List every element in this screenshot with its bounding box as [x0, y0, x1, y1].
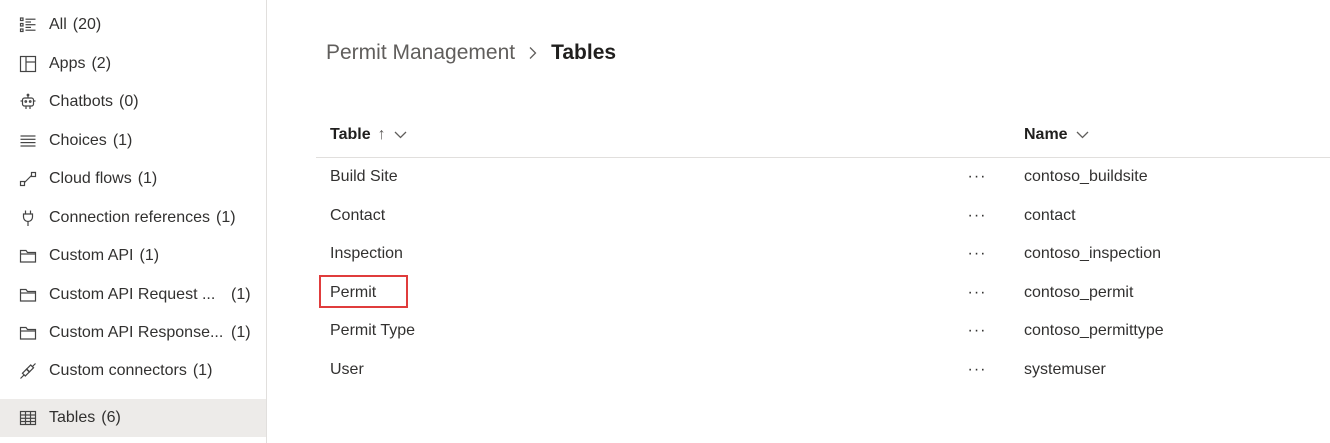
sidebar-item-tables[interactable]: Tables (6): [0, 399, 266, 437]
sidebar-item-custom-api-response[interactable]: Custom API Response... (1): [0, 314, 266, 352]
table-cell-name: contoso_permittype: [1024, 322, 1164, 340]
table-row[interactable]: Permit Type ··· contoso_permittype: [316, 312, 1330, 351]
table-icon: [19, 409, 37, 427]
table-row[interactable]: Contact ··· contact: [316, 197, 1330, 236]
sidebar-item-custom-connectors[interactable]: Custom connectors (1): [0, 352, 266, 390]
column-header-label: Name: [1024, 125, 1068, 143]
more-options-icon[interactable]: ···: [967, 235, 987, 274]
column-header-table[interactable]: Table ↑: [330, 112, 407, 157]
table-cell-table[interactable]: Permit Type: [330, 312, 415, 351]
table-cell-name: contoso_inspection: [1024, 245, 1161, 263]
sidebar-item-count: (1): [137, 170, 158, 187]
sidebar-item-label: Choices: [49, 131, 107, 149]
sort-ascending-icon: ↑: [377, 125, 386, 143]
sidebar-item-count: (1): [112, 131, 133, 149]
connector-icon: [19, 362, 37, 380]
chevron-right-icon: [528, 46, 538, 60]
folder-icon: [19, 286, 37, 304]
list-icon: [19, 16, 37, 34]
sidebar-item-count: (20): [72, 16, 102, 33]
choices-icon: [19, 132, 37, 150]
more-options-icon[interactable]: ···: [967, 197, 987, 236]
table-cell-table[interactable]: User: [330, 351, 364, 390]
breadcrumb: Permit Management Tables: [326, 38, 616, 68]
table-cell-table[interactable]: Build Site: [330, 158, 398, 197]
sidebar-item-count: (1): [231, 285, 251, 303]
sidebar-item-connection-references[interactable]: Connection references (1): [0, 199, 266, 237]
plug-icon: [19, 209, 37, 227]
table-row[interactable]: Build Site ··· contoso_buildsite: [316, 158, 1330, 197]
chevron-down-icon: [1076, 131, 1089, 139]
table-cell-name: systemuser: [1024, 360, 1106, 378]
sidebar-item-count: (2): [91, 54, 112, 72]
sidebar-item-apps[interactable]: Apps (2): [0, 45, 266, 83]
sidebar-item-label: Custom API: [49, 247, 134, 264]
sidebar-item-label: Custom API Request ...: [49, 285, 216, 303]
sidebar-item-label: Tables: [49, 409, 96, 426]
sidebar-item-label: Custom API Response...: [49, 324, 224, 341]
table-cell-name: contoso_permit: [1024, 283, 1134, 301]
column-header-label: Table: [330, 125, 371, 143]
more-options-icon[interactable]: ···: [967, 274, 987, 313]
column-header-name[interactable]: Name: [1024, 112, 1089, 157]
sidebar-item-label: Chatbots: [49, 93, 114, 110]
more-options-icon[interactable]: ···: [967, 158, 987, 197]
sidebar-item-chatbots[interactable]: Chatbots (0): [0, 83, 266, 121]
sidebar-item-all[interactable]: All (20): [0, 6, 266, 44]
sidebar-item-choices[interactable]: Choices (1): [0, 122, 266, 160]
sidebar-item-label: All: [49, 16, 67, 33]
table-cell-table[interactable]: Permit: [330, 274, 376, 313]
sidebar-item-count: (6): [101, 409, 121, 426]
table-row[interactable]: Permit ··· contoso_permit: [316, 274, 1330, 313]
sidebar-item-count: (1): [215, 208, 236, 226]
folder-icon: [19, 247, 37, 265]
sidebar-item-label: Cloud flows: [49, 170, 132, 187]
table-header: Table ↑ Name: [316, 112, 1330, 158]
flow-icon: [19, 170, 37, 188]
sidebar-item-cloud-flows[interactable]: Cloud flows (1): [0, 160, 266, 198]
more-options-icon[interactable]: ···: [967, 351, 987, 390]
sidebar-item-label: Apps: [49, 54, 86, 72]
folder-icon: [19, 324, 37, 342]
table-cell-name: contact: [1024, 206, 1076, 224]
chevron-down-icon: [394, 131, 407, 139]
sidebar: All (20) Apps (2) Chatbots (0) Choices (…: [0, 0, 267, 443]
apps-icon: [19, 55, 37, 73]
sidebar-item-count: (1): [192, 362, 213, 379]
sidebar-item-count: (0): [119, 93, 139, 110]
tables-grid: Table ↑ Name Build Site ··· contoso_buil…: [316, 112, 1330, 389]
page-title: Tables: [551, 41, 617, 64]
sidebar-item-label: Custom connectors: [49, 362, 187, 379]
sidebar-item-count: (1): [231, 324, 251, 341]
breadcrumb-parent[interactable]: Permit Management: [326, 41, 515, 65]
sidebar-item-label: Connection references: [49, 208, 210, 226]
more-options-icon[interactable]: ···: [967, 312, 987, 351]
table-cell-table[interactable]: Inspection: [330, 235, 403, 274]
chatbot-icon: [19, 93, 37, 111]
sidebar-item-custom-api[interactable]: Custom API (1): [0, 237, 266, 275]
table-cell-table[interactable]: Contact: [330, 197, 385, 236]
table-row[interactable]: Inspection ··· contoso_inspection: [316, 235, 1330, 274]
table-row[interactable]: User ··· systemuser: [316, 351, 1330, 390]
sidebar-item-count: (1): [139, 247, 160, 264]
table-cell-name: contoso_buildsite: [1024, 168, 1148, 186]
sidebar-item-custom-api-request[interactable]: Custom API Request ... (1): [0, 276, 266, 314]
